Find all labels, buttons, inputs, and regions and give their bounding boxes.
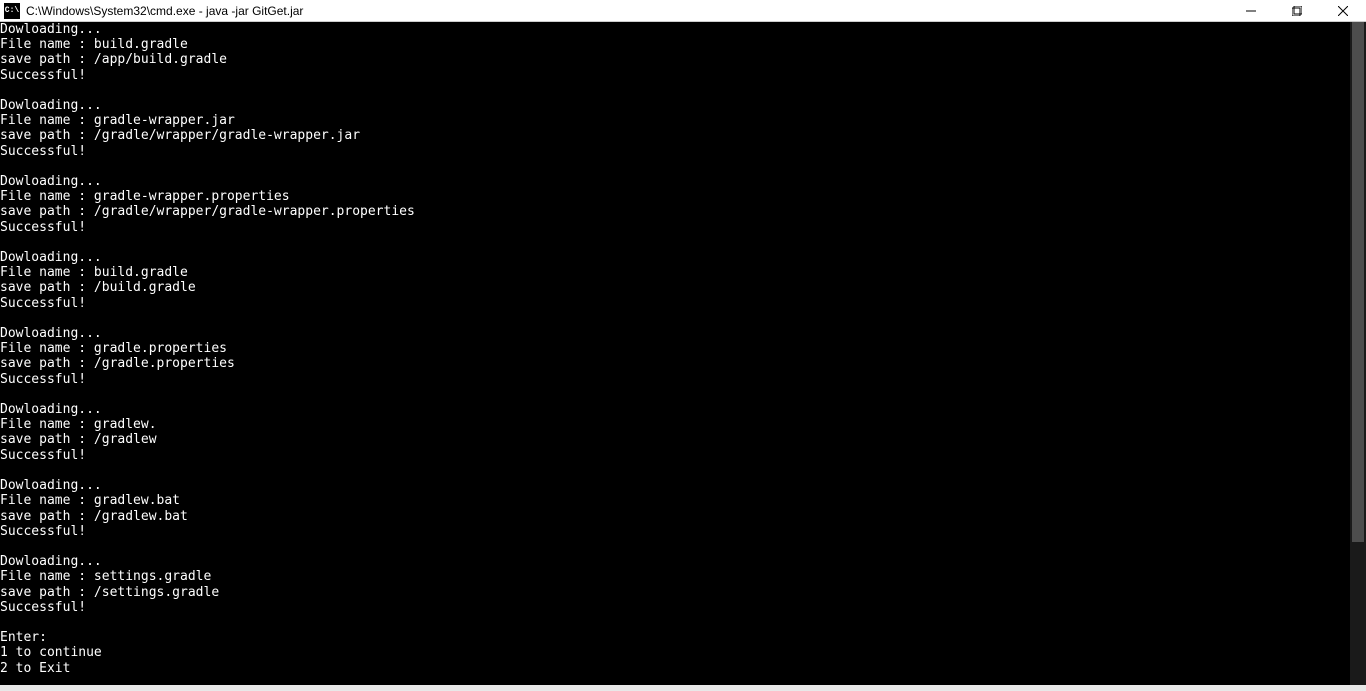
terminal-line: save path : /gradlew.bat xyxy=(0,509,1350,524)
taskbar-edge xyxy=(0,685,1366,691)
terminal-line: File name : build.gradle xyxy=(0,37,1350,52)
maximize-button[interactable] xyxy=(1274,0,1320,21)
cmd-icon-text: C:\ xyxy=(5,6,19,15)
terminal-line: Dowloading... xyxy=(0,250,1350,265)
terminal-line: Dowloading... xyxy=(0,554,1350,569)
terminal-line xyxy=(0,387,1350,402)
terminal-line xyxy=(0,463,1350,478)
terminal-line: Dowloading... xyxy=(0,402,1350,417)
terminal-line: save path : /gradle/wrapper/gradle-wrapp… xyxy=(0,204,1350,219)
terminal-line: Successful! xyxy=(0,524,1350,539)
terminal-line: Successful! xyxy=(0,600,1350,615)
terminal-line: File name : build.gradle xyxy=(0,265,1350,280)
terminal-line: File name : gradle.properties xyxy=(0,341,1350,356)
terminal-line: File name : gradlew.bat xyxy=(0,493,1350,508)
terminal-line xyxy=(0,159,1350,174)
terminal-line xyxy=(0,311,1350,326)
terminal-line: 2 to Exit xyxy=(0,661,1350,676)
terminal-line: save path : /app/build.gradle xyxy=(0,52,1350,67)
close-icon xyxy=(1338,6,1348,16)
terminal-output[interactable]: Dowloading...File name : build.gradlesav… xyxy=(0,22,1350,691)
maximize-icon xyxy=(1292,6,1302,16)
terminal-line: save path : /settings.gradle xyxy=(0,585,1350,600)
terminal-line xyxy=(0,539,1350,554)
terminal-line: Dowloading... xyxy=(0,98,1350,113)
terminal-line xyxy=(0,615,1350,630)
close-button[interactable] xyxy=(1320,0,1366,21)
terminal-line: Successful! xyxy=(0,448,1350,463)
terminal-line: File name : gradle-wrapper.jar xyxy=(0,113,1350,128)
terminal-line: Successful! xyxy=(0,372,1350,387)
terminal-line: Dowloading... xyxy=(0,22,1350,37)
terminal-line: Successful! xyxy=(0,220,1350,235)
terminal-line: save path : /gradle.properties xyxy=(0,356,1350,371)
terminal-line: File name : gradle-wrapper.properties xyxy=(0,189,1350,204)
window-title: C:\Windows\System32\cmd.exe - java -jar … xyxy=(26,4,1228,18)
terminal-line: Dowloading... xyxy=(0,478,1350,493)
terminal-line xyxy=(0,235,1350,250)
terminal-line: File name : settings.gradle xyxy=(0,569,1350,584)
terminal-line: Dowloading... xyxy=(0,174,1350,189)
terminal-line: Successful! xyxy=(0,296,1350,311)
terminal-line: Dowloading... xyxy=(0,326,1350,341)
terminal-line: save path : /gradlew xyxy=(0,432,1350,447)
terminal-line: File name : gradlew. xyxy=(0,417,1350,432)
terminal-line: Successful! xyxy=(0,144,1350,159)
window-controls xyxy=(1228,0,1366,21)
cmd-icon: C:\ xyxy=(4,3,20,19)
terminal-line: Enter: xyxy=(0,630,1350,645)
terminal-line: save path : /build.gradle xyxy=(0,280,1350,295)
terminal-line: save path : /gradle/wrapper/gradle-wrapp… xyxy=(0,128,1350,143)
minimize-button[interactable] xyxy=(1228,0,1274,21)
terminal-line xyxy=(0,83,1350,98)
terminal-line: Successful! xyxy=(0,68,1350,83)
terminal-line: 1 to continue xyxy=(0,645,1350,660)
vertical-scrollbar[interactable] xyxy=(1350,22,1366,691)
scrollbar-thumb[interactable] xyxy=(1352,22,1364,542)
window-titlebar: C:\ C:\Windows\System32\cmd.exe - java -… xyxy=(0,0,1366,22)
minimize-icon xyxy=(1246,6,1256,16)
